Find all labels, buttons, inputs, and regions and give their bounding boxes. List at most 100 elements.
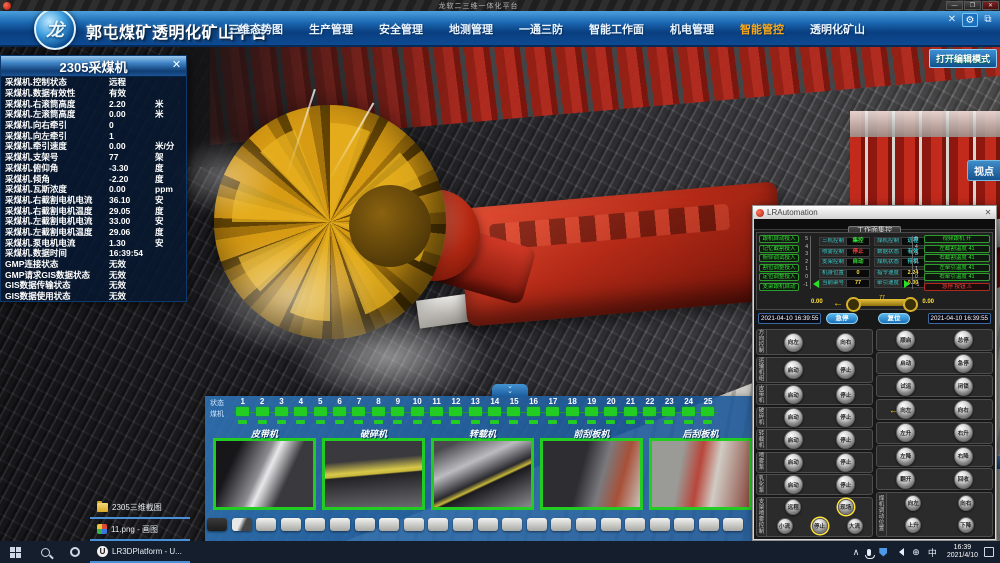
control-button-向右[interactable]: 向右 (954, 400, 973, 419)
bottom-square[interactable] (281, 518, 301, 531)
control-button-停止[interactable]: 停止 (836, 408, 855, 427)
bottom-square[interactable] (502, 518, 522, 531)
channel-square-3[interactable] (275, 407, 288, 416)
channel-square-5[interactable] (314, 407, 327, 416)
open-edit-mode-button[interactable]: 打开编辑模式 (929, 49, 997, 68)
channel-square-19[interactable] (585, 407, 598, 416)
mode-button-1[interactable]: 跟机自动投入 (759, 235, 799, 243)
close-icon[interactable]: ✕ (169, 58, 184, 73)
control-button-停止[interactable]: 停止 (812, 518, 828, 534)
channel-square-22[interactable] (643, 407, 656, 416)
mode-button-4[interactable]: 割位调整投入 (759, 264, 799, 272)
microphone-icon[interactable] (867, 549, 871, 556)
bottom-square[interactable] (527, 518, 547, 531)
control-button-启动[interactable]: 启动 (784, 408, 803, 427)
bottom-square[interactable] (355, 518, 375, 531)
resize-icon[interactable]: ⧉ (980, 13, 996, 27)
control-button-启动[interactable]: 启动 (784, 385, 803, 404)
menu-item-9[interactable]: 透明化矿山 (810, 21, 865, 37)
control-button-左降[interactable]: 左降 (896, 447, 915, 466)
bottom-square[interactable] (576, 518, 596, 531)
status-button-4[interactable]: 左牵引温度 41 (924, 264, 990, 272)
control-button-大流[interactable]: 大流 (847, 518, 863, 534)
camera-thumbnail-转载机[interactable] (431, 438, 534, 510)
channel-square-1[interactable] (236, 407, 249, 416)
gear-icon[interactable]: ⚙ (962, 13, 978, 27)
control-button-现场[interactable]: 现场 (838, 499, 854, 515)
channel-square-25[interactable] (701, 407, 714, 416)
control-button-向左[interactable]: 向左 (905, 495, 921, 511)
start-button[interactable] (0, 541, 30, 563)
control-button-上升[interactable]: 上升 (905, 517, 921, 533)
menu-item-2[interactable]: 生产管理 (309, 21, 353, 37)
channel-square-23[interactable] (662, 407, 675, 416)
menu-item-5[interactable]: 一通三防 (519, 21, 563, 37)
channel-square-4[interactable] (294, 407, 307, 416)
control-button-总停[interactable]: 总停 (954, 330, 973, 349)
bottom-square[interactable] (674, 518, 694, 531)
control-button-停止[interactable]: 停止 (836, 360, 855, 379)
mode-button-5[interactable]: 定位调整投入 (759, 273, 799, 281)
channel-square-9[interactable] (391, 407, 404, 416)
mode-button-2[interactable]: 记忆截割投入 (759, 245, 799, 253)
bottom-square[interactable] (330, 518, 350, 531)
speaker-icon[interactable] (895, 548, 904, 556)
maximize-button[interactable]: ❐ (964, 1, 981, 10)
control-button-停止[interactable]: 停止 (836, 430, 855, 449)
bottom-square[interactable] (453, 518, 473, 531)
control-button-回收[interactable]: 回收 (954, 470, 973, 489)
control-button-启动[interactable]: 启动 (784, 360, 803, 379)
reset-button[interactable]: 复位 (878, 313, 910, 324)
camera-thumbnail-后刮板机[interactable] (649, 438, 752, 510)
control-button-向左[interactable]: 向左 (784, 333, 803, 352)
camera-thumbnail-破碎机[interactable] (322, 438, 425, 510)
taskbar-item[interactable]: 2305三维截图 (90, 497, 190, 519)
estop-alert-button[interactable]: 急停 按钮 ⚠ (924, 283, 990, 291)
control-button-启动[interactable]: 启动 (784, 475, 803, 494)
bottom-square[interactable] (232, 518, 252, 531)
status-button-5[interactable]: 右牵引温度 41 (924, 273, 990, 281)
taskbar-item[interactable]: ULR3DPlatform - U... (90, 541, 190, 563)
estop-button[interactable]: 急停 (826, 313, 858, 324)
channel-square-8[interactable] (372, 407, 385, 416)
camera-bar-collapse-chevron-icon[interactable]: ⌄⌄ (492, 384, 528, 397)
channel-square-20[interactable] (604, 407, 617, 416)
control-button-启动[interactable]: 启动 (784, 453, 803, 472)
control-button-启动[interactable]: 启动 (784, 430, 803, 449)
bottom-square[interactable] (428, 518, 448, 531)
channel-square-2[interactable] (256, 407, 269, 416)
close-button[interactable]: ✕ (982, 1, 999, 10)
bottom-square[interactable] (256, 518, 276, 531)
channel-square-15[interactable] (507, 407, 520, 416)
status-button-3[interactable]: 右截割温度 41 (924, 254, 990, 262)
control-button-试运[interactable]: 试运 (896, 377, 915, 396)
control-button-向右[interactable]: 向右 (836, 333, 855, 352)
mode-button-6[interactable]: 支架跟机自动 (759, 283, 799, 291)
control-button-停止[interactable]: 停止 (836, 385, 855, 404)
menu-item-1[interactable]: 三维态势图 (228, 21, 283, 37)
control-button-翻开[interactable]: 翻开 (896, 470, 915, 489)
bottom-square[interactable] (699, 518, 719, 531)
cortana-icon[interactable] (60, 541, 90, 563)
menu-item-4[interactable]: 地测管理 (449, 21, 493, 37)
mode-button-3[interactable]: 俯仰调试投入 (759, 254, 799, 262)
lr-close-icon[interactable]: ✕ (983, 208, 993, 217)
channel-square-24[interactable] (682, 407, 695, 416)
channel-square-21[interactable] (624, 407, 637, 416)
control-button-停止[interactable]: 停止 (836, 453, 855, 472)
camera-thumbnail-皮带机[interactable] (213, 438, 316, 510)
channel-square-14[interactable] (488, 407, 501, 416)
control-button-右降[interactable]: 右降 (954, 447, 973, 466)
status-button-2[interactable]: 左截割温度 41 (924, 245, 990, 253)
bottom-square[interactable] (650, 518, 670, 531)
notification-center-icon[interactable] (984, 547, 994, 557)
channel-square-6[interactable] (333, 407, 346, 416)
channel-square-16[interactable] (527, 407, 540, 416)
camera-thumbnail-前刮板机[interactable] (540, 438, 643, 510)
taskbar-item[interactable]: 11.png - 画图 (90, 519, 190, 541)
channel-square-17[interactable] (546, 407, 559, 416)
tray-chevron-up-icon[interactable]: ∧ (853, 547, 860, 558)
control-button-右升[interactable]: 右升 (954, 423, 973, 442)
minimize-button[interactable]: — (946, 1, 963, 10)
control-button-下降[interactable]: 下降 (958, 517, 974, 533)
